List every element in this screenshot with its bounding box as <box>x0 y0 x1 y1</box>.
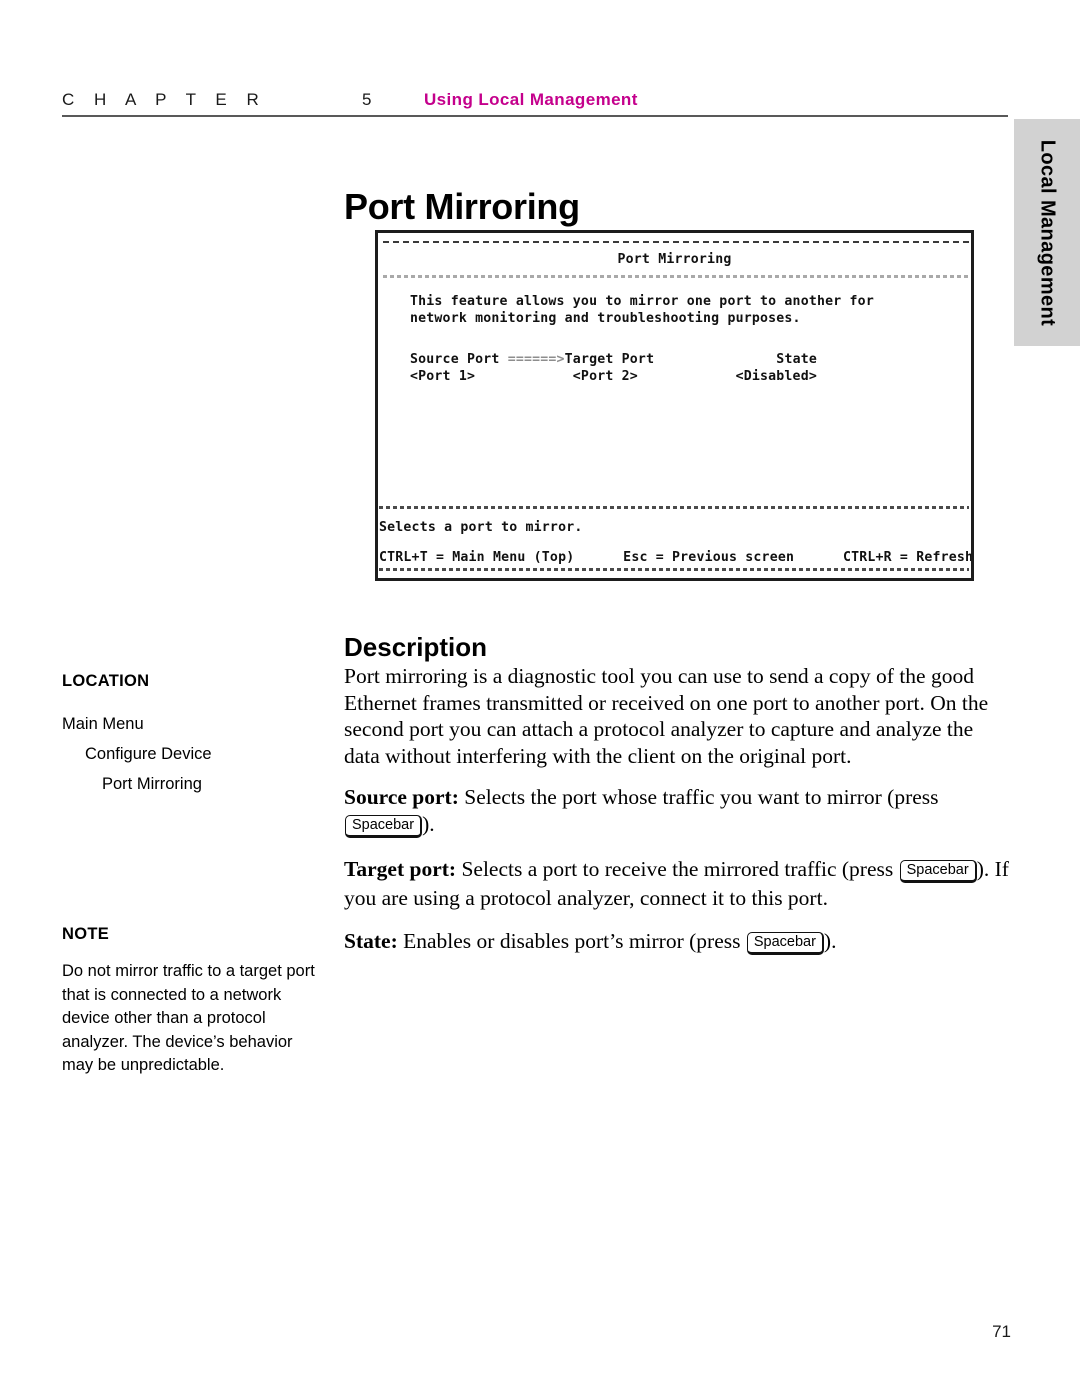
chapter-word-label: C H A P T E R <box>62 90 267 109</box>
source-port-lead: Source port: <box>344 785 459 810</box>
terminal-footer-divider-top <box>379 506 969 509</box>
note-text: Do not mirror traffic to a target port t… <box>62 962 315 1074</box>
note-block: NOTE Do not mirror traffic to a target p… <box>62 925 318 1078</box>
spacebar-keycap: Spacebar <box>345 814 423 838</box>
location-item-port-mirroring: Port Mirroring <box>102 775 202 793</box>
chapter-subject-label: Using Local Management <box>424 90 638 109</box>
terminal-inner: Port Mirroring This feature allows you t… <box>378 233 971 578</box>
source-port-text-before: Selects the port whose traffic you want … <box>458 785 939 810</box>
terminal-body-text: This feature allows you to mirror one po… <box>410 294 874 326</box>
side-thumb-tab: Local Management <box>1014 119 1080 346</box>
terminal-col-values: <Port 1> <Port 2> <Disabled> <box>410 369 817 384</box>
state-text-after: ). <box>823 928 837 953</box>
spacebar-keycap: Spacebar <box>899 859 977 883</box>
header-divider <box>62 115 1008 117</box>
spacebar-keycap: Spacebar <box>746 931 824 955</box>
terminal-title: Port Mirroring <box>617 252 732 267</box>
page-title: Port Mirroring <box>344 186 580 228</box>
location-item-configure-device: Configure Device <box>85 745 212 763</box>
terminal-col-header-source: Source Port <box>410 352 508 367</box>
location-item-main-menu: Main Menu <box>62 715 144 733</box>
description-target-port: Target port: Selects a port to receive t… <box>344 856 1014 912</box>
terminal-status-line: Selects a port to mirror. <box>379 520 583 535</box>
terminal-column-block: Source Port ======>Target Port State <Po… <box>410 351 817 385</box>
description-body: Port mirroring is a diagnostic tool you … <box>344 663 1014 973</box>
description-state: State: Enables or disables port’s mirror… <box>344 928 1014 957</box>
target-port-text-before: Selects a port to receive the mirrored t… <box>456 856 899 881</box>
location-heading: LOCATION <box>62 672 150 690</box>
state-lead: State: <box>344 928 398 953</box>
terminal-title-divider <box>383 275 969 278</box>
chapter-header: C H A P T E R 5 Using Local Management <box>62 88 1008 118</box>
description-source-port: Source port: Selects the port whose traf… <box>344 784 1014 840</box>
chapter-number-label: 5 <box>362 90 372 109</box>
target-port-lead: Target port: <box>344 856 457 881</box>
terminal-col-header-rest: Target Port State <box>564 352 817 367</box>
description-heading: Description <box>344 631 488 662</box>
page-number: 71 <box>992 1322 1011 1341</box>
terminal-screenshot-figure: Port Mirroring This feature allows you t… <box>375 230 974 581</box>
note-heading: NOTE <box>62 925 110 943</box>
terminal-key-help-line: CTRL+T = Main Menu (Top) Esc = Previous … <box>379 550 974 565</box>
source-port-text-after: ). <box>422 811 435 836</box>
location-block: LOCATION Main Menu Configure Device Port… <box>62 672 312 799</box>
state-text-before: Enables or disables port’s mirror (press <box>397 928 746 953</box>
side-tab-label: Local Management <box>1036 139 1059 326</box>
terminal-arrow-glyph: ======> <box>507 352 565 367</box>
description-paragraph-1: Port mirroring is a diagnostic tool you … <box>344 664 989 768</box>
terminal-footer-divider-bottom <box>379 568 969 571</box>
terminal-top-divider <box>383 241 969 243</box>
